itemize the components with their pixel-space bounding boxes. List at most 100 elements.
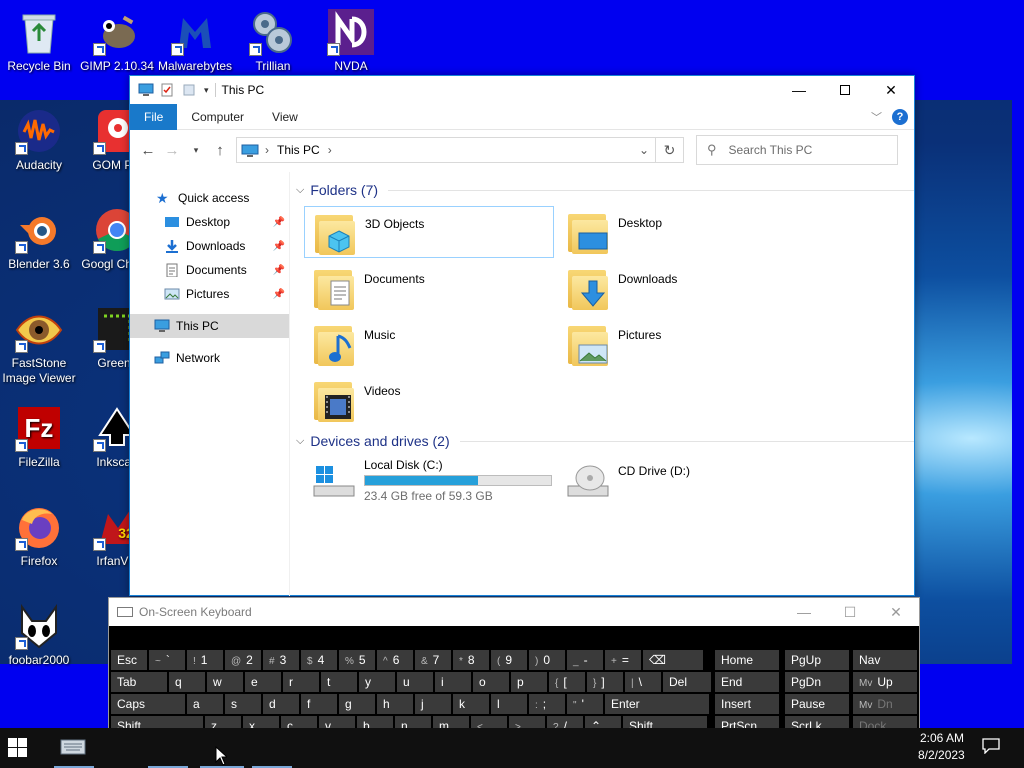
folder-pictures[interactable]: Pictures (558, 318, 808, 370)
taskbar-clock[interactable]: 2:06 AM 8/2/2023 (918, 728, 965, 762)
folder-music[interactable]: Music (304, 318, 554, 370)
osk-key[interactable]: w (207, 672, 243, 692)
osk-key[interactable]: ) 0 (529, 650, 565, 670)
osk-key[interactable]: | \ (625, 672, 661, 692)
taskbar-osk-app[interactable] (60, 736, 90, 760)
start-button[interactable] (8, 738, 28, 758)
maximize-button[interactable] (822, 76, 868, 104)
osk-key[interactable]: f (301, 694, 337, 714)
recent-locations-icon[interactable]: ▾ (184, 145, 208, 156)
nav-downloads[interactable]: Downloads 📌 (130, 234, 289, 258)
osk-key[interactable]: #3 (263, 650, 299, 670)
osk-key[interactable]: ~ ` (149, 650, 185, 670)
osk-key-pgdn[interactable]: PgDn (785, 672, 849, 692)
explorer-titlebar[interactable]: ▾ This PC — ✕ (130, 76, 914, 104)
help-icon[interactable]: ? (892, 108, 908, 125)
nav-documents[interactable]: Documents 📌 (130, 258, 289, 282)
address-bar[interactable]: › This PC › ⌄ (236, 137, 656, 163)
nav-network[interactable]: Network (130, 346, 289, 370)
osk-key[interactable]: k (453, 694, 489, 714)
osk-titlebar[interactable]: On-Screen Keyboard — ☐ ✕ (109, 598, 919, 626)
nav-pictures[interactable]: Pictures 📌 (130, 282, 289, 306)
nav-quick-access[interactable]: ★ Quick access (130, 186, 289, 210)
osk-maximize-button[interactable]: ☐ (827, 604, 873, 621)
breadcrumb-separator[interactable]: › (328, 143, 332, 157)
desktop-icon-recycle-bin[interactable]: Recycle Bin (0, 8, 78, 74)
osk-key[interactable]: Caps (111, 694, 185, 714)
tab-view[interactable]: View (258, 104, 312, 130)
osk-key[interactable]: Esc (111, 650, 147, 670)
customize-qat-icon[interactable]: ▾ (204, 85, 209, 96)
osk-key[interactable]: & 7 (415, 650, 451, 670)
desktop-icon-audacity[interactable]: Audacity (0, 107, 78, 173)
osk-close-button[interactable]: ✕ (873, 604, 919, 621)
refresh-button[interactable]: ↻ (656, 137, 684, 163)
drive-local-disk-c[interactable]: Local Disk (C:) 23.4 GB free of 59.3 GB (304, 456, 554, 510)
osk-key[interactable]: j (415, 694, 451, 714)
osk-key-pgup[interactable]: PgUp (785, 650, 849, 670)
osk-key-end[interactable]: End (715, 672, 779, 692)
osk-key[interactable]: ^ 6 (377, 650, 413, 670)
expand-ribbon-icon[interactable]: ﹀ (871, 109, 882, 125)
osk-key[interactable]: u (397, 672, 433, 692)
osk-key-backspace[interactable]: ⌫ (643, 650, 703, 670)
desktop-icon-foobar2000[interactable]: foobar2000 (0, 602, 78, 668)
desktop-icon-firefox[interactable]: Firefox (0, 503, 78, 569)
osk-key[interactable]: " ' (567, 694, 603, 714)
minimize-button[interactable]: — (776, 76, 822, 104)
osk-key[interactable]: h (377, 694, 413, 714)
search-input[interactable]: ⚲ Search This PC (696, 135, 898, 165)
close-button[interactable]: ✕ (868, 76, 914, 104)
osk-key[interactable]: t (321, 672, 357, 692)
desktop-icon-trillian[interactable]: Trillian (234, 8, 312, 74)
osk-key[interactable]: g (339, 694, 375, 714)
osk-key[interactable]: :; (529, 694, 565, 714)
address-dropdown-icon[interactable]: ⌄ (633, 143, 655, 157)
osk-key[interactable]: {[ (549, 672, 585, 692)
properties-icon[interactable] (160, 83, 176, 97)
osk-key[interactable]: $4 (301, 650, 337, 670)
up-arrow-icon[interactable]: ↑ (208, 142, 232, 159)
nav-this-pc[interactable]: This PC (130, 314, 289, 338)
folder-downloads[interactable]: Downloads (558, 262, 808, 314)
osk-key[interactable]: i (435, 672, 471, 692)
osk-key[interactable]: l (491, 694, 527, 714)
folder-desktop[interactable]: Desktop (558, 206, 808, 258)
desktop-icon-malwarebytes[interactable]: Malwarebytes (156, 8, 234, 74)
osk-key[interactable]: e (245, 672, 281, 692)
folder-3d-objects[interactable]: 3D Objects (304, 206, 554, 258)
osk-key[interactable]: q (169, 672, 205, 692)
desktop-icon-filezilla[interactable]: Fz FileZilla (0, 404, 78, 470)
osk-key-nav[interactable]: Nav (853, 650, 917, 670)
osk-key-home[interactable]: Home (715, 650, 779, 670)
osk-key[interactable]: Enter (605, 694, 709, 714)
osk-key[interactable]: ! 1 (187, 650, 223, 670)
osk-key[interactable]: r (283, 672, 319, 692)
osk-key[interactable]: _ - (567, 650, 603, 670)
folder-documents[interactable]: Documents (304, 262, 554, 314)
osk-key[interactable]: o (473, 672, 509, 692)
desktop-icon-faststone[interactable]: FastStone Image Viewer (0, 305, 78, 386)
tab-computer[interactable]: Computer (177, 104, 258, 130)
osk-key[interactable]: y (359, 672, 395, 692)
nav-desktop[interactable]: Desktop 📌 (130, 210, 289, 234)
osk-key[interactable]: a (187, 694, 223, 714)
tab-file[interactable]: File (130, 103, 178, 130)
drive-cd-d[interactable]: CD Drive (D:) (558, 456, 808, 508)
osk-key-pause[interactable]: Pause (785, 694, 849, 714)
osk-key[interactable]: s (225, 694, 261, 714)
devices-group-header[interactable]: ⌵ Devices and drives (2) (292, 429, 914, 453)
osk-key[interactable]: Tab (111, 672, 167, 692)
desktop-icon-gimp[interactable]: GIMP 2.10.34 (78, 8, 156, 74)
action-center-icon[interactable] (982, 738, 1002, 756)
desktop-icon-nvda[interactable]: NVDA (312, 8, 390, 74)
folders-group-header[interactable]: ⌵ Folders (7) (292, 178, 914, 202)
osk-key[interactable]: * 8 (453, 650, 489, 670)
back-arrow-icon[interactable]: ← (136, 142, 160, 159)
osk-key-mv-dn[interactable]: Mv Dn (853, 694, 917, 714)
breadcrumb-this-pc[interactable]: This PC (277, 143, 320, 157)
osk-key-insert[interactable]: Insert (715, 694, 779, 714)
osk-key-mv-up[interactable]: Mv Up (853, 672, 917, 692)
desktop-icon-blender[interactable]: Blender 3.6 (0, 206, 78, 272)
osk-minimize-button[interactable]: — (781, 604, 827, 621)
